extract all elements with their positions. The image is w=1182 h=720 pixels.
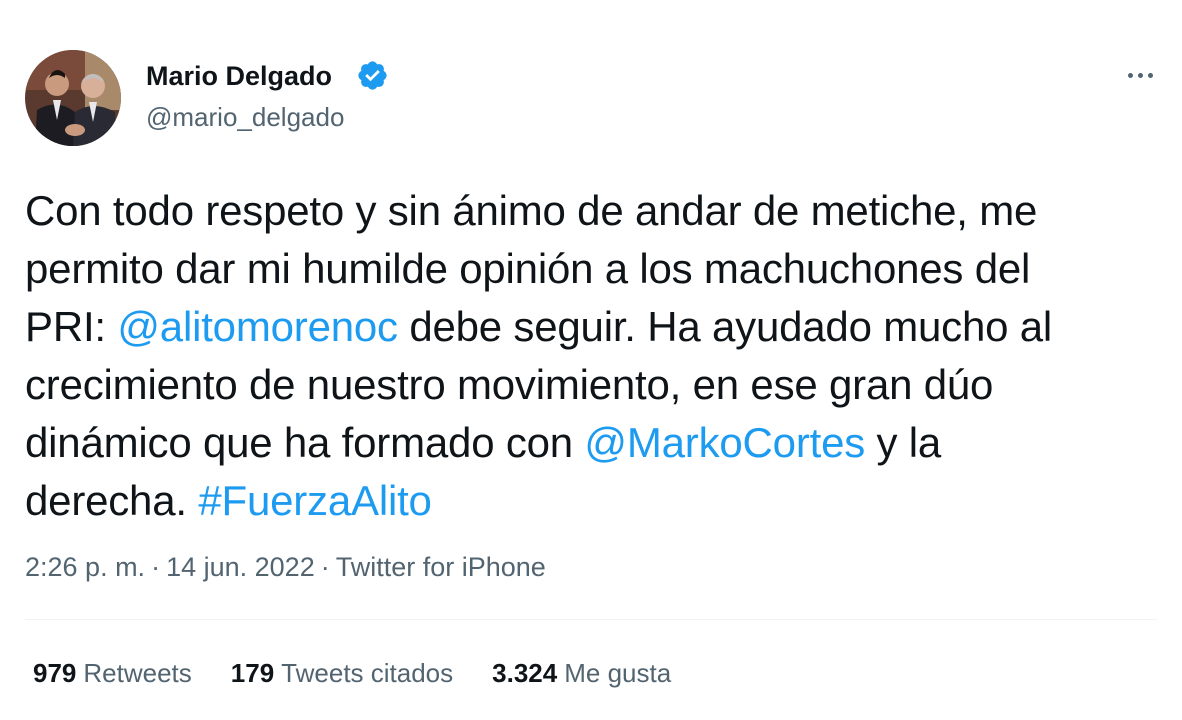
- tweet-text-segment: dinámico que ha formado con: [25, 419, 585, 466]
- tweet-text-segment: Con todo respeto y sin ánimo de andar de…: [25, 187, 1038, 234]
- quotes-label: Tweets citados: [281, 658, 454, 688]
- tweet-text-segment: PRI:: [25, 303, 118, 350]
- tweet-meta: 2:26 p. m. · 14 jun. 2022 · Twitter for iPho…: [25, 549, 546, 585]
- tweet-text-segment: crecimiento de nuestro movimiento, en es…: [25, 361, 994, 408]
- tweet-text-segment: debe seguir. Ha ayudado mucho al: [397, 303, 1053, 350]
- likes-stat[interactable]: 3.324 Me gusta: [492, 656, 671, 690]
- tweet-text-segment: derecha.: [25, 477, 199, 524]
- avatar[interactable]: [25, 50, 121, 146]
- retweets-count: 979: [33, 658, 77, 688]
- tweet-text-segment: y la: [865, 419, 942, 466]
- more-options-icon[interactable]: [1118, 60, 1162, 90]
- tweet-text-line: dinámico que ha formado con @MarkoCortes…: [25, 414, 1165, 472]
- tweet-stats: 979 Retweets 179 Tweets citados 3.324 Me gu…: [33, 656, 671, 690]
- tweet-text-line: crecimiento de nuestro movimiento, en es…: [25, 356, 1165, 414]
- retweets-stat[interactable]: 979 Retweets: [33, 656, 192, 690]
- meta-separator: ·: [151, 552, 161, 582]
- tweet-text-line: permito dar mi humilde opinión a los mac…: [25, 240, 1165, 298]
- tweet-text-line: PRI: @alitomorenoc debe seguir. Ha ayuda…: [25, 298, 1165, 356]
- tweet-text: Con todo respeto y sin ánimo de andar de…: [25, 182, 1165, 530]
- tweet-date[interactable]: 14 jun. 2022: [166, 552, 315, 582]
- hashtag-link[interactable]: #FuerzaAlito: [198, 477, 432, 524]
- tweet-text-line: Con todo respeto y sin ánimo de andar de…: [25, 182, 1165, 240]
- divider: [25, 619, 1157, 620]
- tweet-text-segment: permito dar mi humilde opinión a los mac…: [25, 245, 1031, 292]
- likes-count: 3.324: [492, 658, 558, 688]
- tweet-source[interactable]: Twitter for iPhone: [336, 552, 546, 582]
- likes-label: Me gusta: [564, 658, 672, 688]
- tweet-time[interactable]: 2:26 p. m.: [25, 552, 145, 582]
- meta-separator: ·: [320, 552, 330, 582]
- mention-link[interactable]: @MarkoCortes: [584, 419, 865, 466]
- author-handle[interactable]: @mario_delgado: [146, 101, 344, 133]
- retweets-label: Retweets: [83, 658, 192, 688]
- quotes-stat[interactable]: 179 Tweets citados: [231, 656, 453, 690]
- avatar-photo: [25, 50, 121, 146]
- tweet-text-line: derecha. #FuerzaAlito: [25, 472, 1165, 530]
- quotes-count: 179: [230, 658, 275, 688]
- author-name[interactable]: Mario Delgado: [146, 59, 332, 93]
- tweet-card: Mario Delgado @mario_delgado Con todo re…: [0, 0, 1182, 720]
- mention-link[interactable]: @alitomorenoc: [117, 303, 398, 350]
- verified-badge-icon: [356, 59, 389, 92]
